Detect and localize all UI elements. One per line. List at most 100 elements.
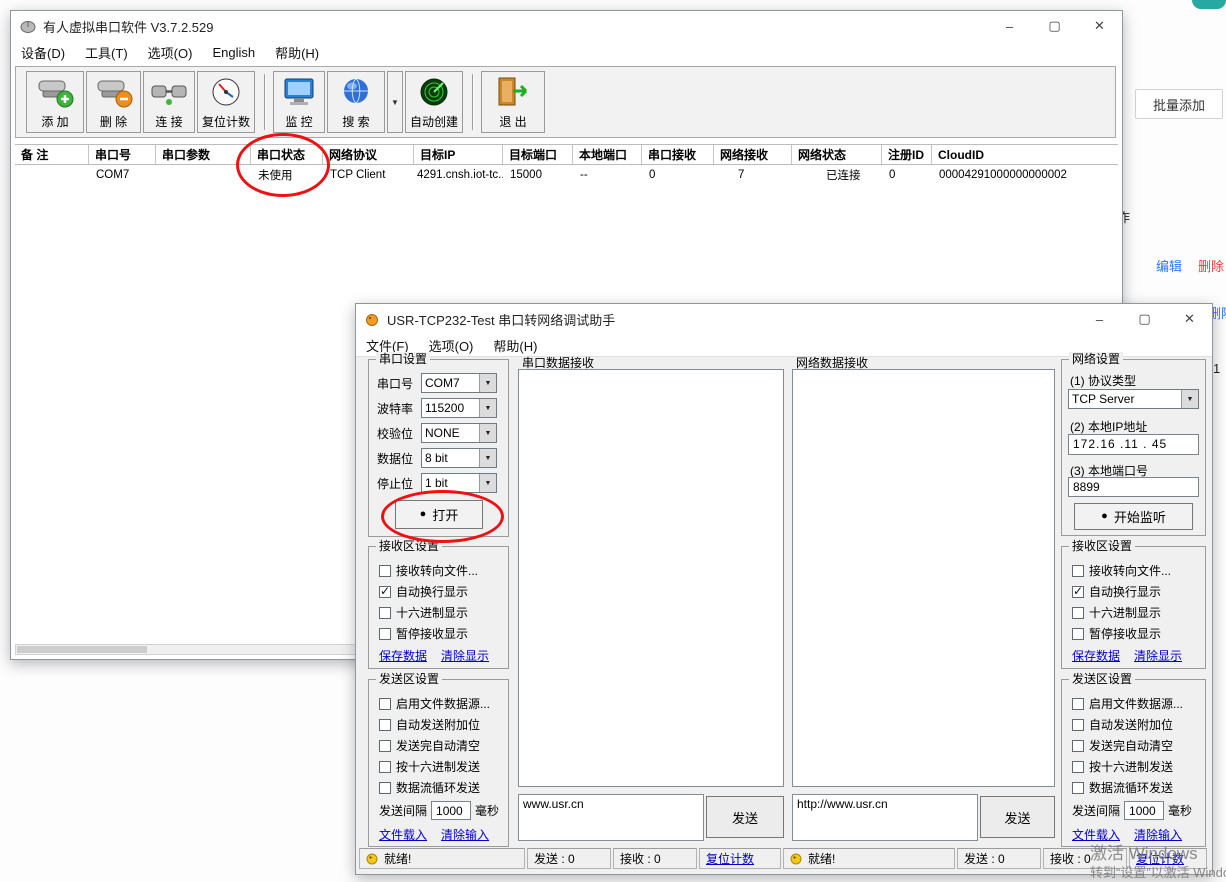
checkbox-auto-newline[interactable]: ✓ bbox=[379, 586, 391, 598]
delete-device-icon bbox=[95, 75, 133, 112]
open-serial-button[interactable]: ● 打开 bbox=[395, 500, 483, 529]
close-button[interactable]: ✕ bbox=[1167, 304, 1212, 334]
checkbox-auto-newline[interactable]: ✓ bbox=[1072, 586, 1084, 598]
checkbox-loop-send[interactable] bbox=[379, 782, 391, 794]
checkbox-recv-to-file[interactable] bbox=[1072, 565, 1084, 577]
checkbox-pause-recv[interactable] bbox=[379, 628, 391, 640]
clear-input-link[interactable]: 清除输入 bbox=[441, 826, 489, 843]
load-file-link[interactable]: 文件载入 bbox=[1072, 826, 1120, 843]
reset-count-label: 复位计数 bbox=[202, 116, 250, 129]
checkbox-clear-after-send[interactable] bbox=[1072, 740, 1084, 752]
exit-button[interactable]: 退 出 bbox=[481, 71, 545, 133]
interval-label: 发送间隔 bbox=[379, 802, 427, 819]
add-button[interactable]: 添 加 bbox=[26, 71, 84, 133]
checkbox-hex-display[interactable] bbox=[379, 607, 391, 619]
baud-value: 115200 bbox=[422, 401, 479, 415]
baud-select[interactable]: 115200 ▼ bbox=[421, 398, 497, 418]
interval-input[interactable]: 1000 bbox=[431, 801, 471, 820]
checkbox-file-source[interactable] bbox=[379, 698, 391, 710]
checkbox-recv-to-file[interactable] bbox=[379, 565, 391, 577]
search-dropdown-arrow[interactable]: ▼ bbox=[387, 71, 403, 133]
checkbox-label: 发送完自动清空 bbox=[396, 737, 480, 754]
checkbox-loop-send[interactable] bbox=[1072, 782, 1084, 794]
maximize-button[interactable]: ▢ bbox=[1032, 11, 1077, 41]
stopbits-select[interactable]: 1 bit ▼ bbox=[421, 473, 497, 493]
checkbox-auto-append[interactable] bbox=[379, 719, 391, 731]
checkbox-pause-recv[interactable] bbox=[1072, 628, 1084, 640]
databits-select[interactable]: 8 bit ▼ bbox=[421, 448, 497, 468]
save-data-link[interactable]: 保存数据 bbox=[379, 647, 427, 664]
col-com: 串口号 bbox=[89, 145, 156, 164]
checkbox-hex-display[interactable] bbox=[1072, 607, 1084, 619]
checkbox-hex-send[interactable] bbox=[379, 761, 391, 773]
checkbox-clear-after-send[interactable] bbox=[379, 740, 391, 752]
connect-label: 连 接 bbox=[155, 116, 182, 129]
network-send-button[interactable]: 发送 bbox=[980, 796, 1055, 838]
serial-recv-count: 接收 : 0 bbox=[613, 848, 697, 869]
menu-tools[interactable]: 工具(T) bbox=[75, 40, 138, 65]
local-ip-input[interactable]: 172.16 .11 . 45 bbox=[1068, 434, 1199, 455]
checkbox-label: 十六进制显示 bbox=[1089, 604, 1161, 621]
exit-label: 退 出 bbox=[499, 116, 526, 129]
maximize-button[interactable]: ▢ bbox=[1122, 304, 1167, 334]
search-button[interactable]: 搜 索 bbox=[327, 71, 385, 133]
minimize-button[interactable]: – bbox=[987, 11, 1032, 41]
test-titlebar[interactable]: USR-TCP232-Test 串口转网络调试助手 – ▢ ✕ bbox=[356, 304, 1212, 335]
delete-button[interactable]: 删 除 bbox=[86, 71, 141, 133]
reset-count-link-network[interactable]: 复位计数 bbox=[1136, 850, 1184, 867]
reset-count-link-serial[interactable]: 复位计数 bbox=[706, 850, 754, 867]
scrollbar-thumb[interactable] bbox=[17, 646, 147, 653]
save-data-link[interactable]: 保存数据 bbox=[1072, 647, 1120, 664]
checkbox-auto-append[interactable] bbox=[1072, 719, 1084, 731]
col-serial-recv: 串口接收 bbox=[642, 145, 714, 164]
chevron-down-icon[interactable]: ▼ bbox=[479, 449, 496, 467]
load-file-link[interactable]: 文件载入 bbox=[379, 826, 427, 843]
network-settings-group: 网络设置 (1) 协议类型 TCP Server ▼ (2) 本地IP地址 17… bbox=[1061, 359, 1206, 536]
interval-label: 发送间隔 bbox=[1072, 802, 1120, 819]
checkbox-label: 按十六进制发送 bbox=[396, 758, 480, 775]
checkbox-file-source[interactable] bbox=[1072, 698, 1084, 710]
vcom-titlebar[interactable]: 有人虚拟串口软件 V3.7.2.529 – ▢ ✕ bbox=[11, 11, 1122, 42]
network-receive-area[interactable] bbox=[792, 369, 1055, 787]
check-icon: ✓ bbox=[380, 585, 390, 597]
protocol-select[interactable]: TCP Server ▼ bbox=[1068, 389, 1199, 409]
auto-create-button[interactable]: 自动创建 bbox=[405, 71, 463, 133]
reset-count-icon bbox=[207, 75, 245, 112]
chevron-down-icon[interactable]: ▼ bbox=[1181, 390, 1198, 408]
chevron-down-icon[interactable]: ▼ bbox=[479, 374, 496, 392]
minimize-button[interactable]: – bbox=[1077, 304, 1122, 334]
chevron-down-icon[interactable]: ▼ bbox=[479, 474, 496, 492]
search-label: 搜 索 bbox=[342, 116, 369, 129]
reset-count-button[interactable]: 复位计数 bbox=[197, 71, 255, 133]
databits-value: 8 bit bbox=[422, 451, 479, 465]
menu-english[interactable]: English bbox=[202, 42, 265, 63]
checkbox-hex-send[interactable] bbox=[1072, 761, 1084, 773]
menu-options[interactable]: 选项(O) bbox=[138, 40, 203, 65]
interval-input[interactable]: 1000 bbox=[1124, 801, 1164, 820]
group-title: 接收区设置 bbox=[1069, 539, 1135, 553]
chevron-down-icon[interactable]: ▼ bbox=[479, 399, 496, 417]
parity-select[interactable]: NONE ▼ bbox=[421, 423, 497, 443]
network-send-input[interactable]: http://www.usr.cn bbox=[792, 794, 978, 841]
start-listen-button[interactable]: ● 开始监听 bbox=[1074, 503, 1193, 530]
edit-link[interactable]: 编辑 bbox=[1156, 256, 1182, 275]
delete-link[interactable]: 删除 bbox=[1198, 256, 1224, 275]
clear-input-link[interactable]: 清除输入 bbox=[1134, 826, 1182, 843]
menu-help[interactable]: 帮助(H) bbox=[265, 40, 329, 65]
parity-value: NONE bbox=[422, 426, 479, 440]
chevron-down-icon[interactable]: ▼ bbox=[479, 424, 496, 442]
menu-device[interactable]: 设备(D) bbox=[11, 40, 75, 65]
local-port-input[interactable]: 8899 bbox=[1068, 477, 1199, 497]
table-row[interactable]: COM7 未使用 TCP Client 4291.cnsh.iot-tc... … bbox=[15, 165, 1118, 184]
clear-display-link[interactable]: 清除显示 bbox=[441, 647, 489, 664]
serial-receive-area[interactable] bbox=[518, 369, 784, 787]
com-port-select[interactable]: COM7 ▼ bbox=[421, 373, 497, 393]
test-app-icon bbox=[365, 312, 380, 326]
close-button[interactable]: ✕ bbox=[1077, 11, 1122, 41]
monitor-button[interactable]: 监 控 bbox=[273, 71, 325, 133]
serial-send-input[interactable]: www.usr.cn bbox=[518, 794, 704, 841]
connect-button[interactable]: 连 接 bbox=[143, 71, 195, 133]
serial-send-button[interactable]: 发送 bbox=[706, 796, 784, 838]
batch-add-button[interactable]: 批量添加 bbox=[1135, 89, 1223, 119]
clear-display-link[interactable]: 清除显示 bbox=[1134, 647, 1182, 664]
